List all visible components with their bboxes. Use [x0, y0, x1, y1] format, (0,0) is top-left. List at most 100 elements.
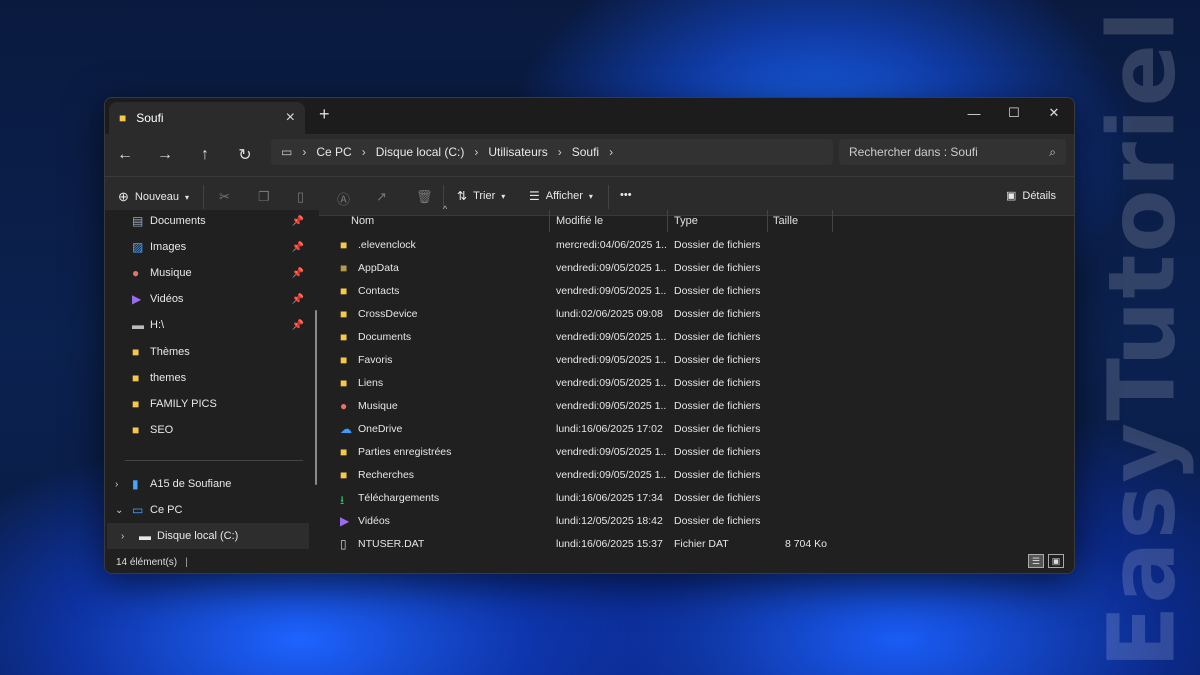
chevron-right-icon[interactable]: › [609, 145, 613, 159]
new-tab-button[interactable]: + [319, 104, 330, 125]
table-row[interactable]: ■ Recherches vendredi:09/05/2025 1... Dossi… [327, 464, 927, 487]
file-modified: lundi:02/06/2025 09:08 [556, 308, 663, 320]
title-bar: ■ Soufi × + — ☐ ✕ [105, 98, 1074, 134]
table-row[interactable]: ■ Contacts vendredi:09/05/2025 1... Dossier… [327, 280, 927, 303]
close-tab-icon[interactable]: × [286, 109, 295, 127]
search-input[interactable]: Rechercher dans : Soufi ⌕ [839, 139, 1066, 165]
tiles-view-icon[interactable]: ▣ [1048, 554, 1064, 568]
details-button[interactable]: ▣ Détails [1006, 189, 1056, 203]
sort-button[interactable]: ⇅ Trier ▾ [457, 189, 505, 203]
copy-icon[interactable]: ❐ [258, 189, 270, 205]
delete-icon[interactable]: 🗑 [416, 189, 433, 205]
file-name: CrossDevice [358, 308, 418, 320]
file-type: Dossier de fichiers [674, 308, 761, 320]
column-header-type[interactable]: Type [674, 210, 698, 232]
divider [203, 185, 204, 209]
column-header-modified[interactable]: Modifié le [556, 210, 603, 232]
more-options-button[interactable]: ••• [620, 189, 632, 201]
tab-soufi[interactable]: ■ Soufi × [109, 102, 305, 134]
column-divider[interactable] [549, 210, 550, 232]
chevron-right-icon[interactable]: › [121, 531, 124, 542]
back-button[interactable]: ← [105, 146, 145, 164]
table-row[interactable]: ■ Parties enregistrées vendredi:09/05/2025… [327, 441, 927, 464]
sidebar-item-videos[interactable]: ▶ Vidéos 📌 [105, 286, 310, 312]
sidebar-item-themes-fr[interactable]: ■ Thèmes [105, 339, 310, 365]
table-row[interactable]: ■ CrossDevice lundi:02/06/2025 09:08 Dossie… [327, 303, 927, 326]
minimize-button[interactable]: — [954, 104, 994, 122]
new-button[interactable]: ⊕ Nouveau ▾ [118, 189, 189, 205]
table-row[interactable]: ■ .elevenclock mercredi:04/06/2025 1... Dos… [327, 234, 927, 257]
pin-icon[interactable]: 📌 [292, 268, 304, 279]
sidebar-item-images[interactable]: ▨ Images 📌 [105, 234, 310, 260]
breadcrumb-soufi[interactable]: Soufi [572, 145, 599, 159]
sidebar-item-h-drive[interactable]: ▬ H:\ 📌 [105, 312, 310, 338]
file-icon: ▯ [340, 537, 347, 551]
sidebar-item-seo[interactable]: ■ SEO [105, 417, 310, 443]
column-divider[interactable] [832, 210, 833, 232]
pin-icon[interactable]: 📌 [292, 242, 304, 253]
file-modified: lundi:16/06/2025 17:02 [556, 423, 663, 435]
up-button[interactable]: ↑ [185, 146, 225, 164]
chevron-right-icon[interactable]: › [115, 479, 118, 490]
details-label: Détails [1022, 189, 1056, 202]
column-header-size[interactable]: Taille [773, 210, 798, 232]
table-row[interactable]: ■ Favoris vendredi:09/05/2025 1... Dossier … [327, 349, 927, 372]
search-placeholder: Rechercher dans : Soufi [849, 145, 978, 159]
chevron-right-icon: › [474, 145, 479, 159]
rename-icon[interactable]: Ⓐ [337, 189, 350, 208]
file-name: Liens [358, 377, 384, 389]
sidebar-item-label: H:\ [150, 319, 165, 331]
maximize-button[interactable]: ☐ [994, 104, 1034, 122]
breadcrumb-utilisateurs[interactable]: Utilisateurs [488, 145, 547, 159]
details-view-icon[interactable]: ☰ [1028, 554, 1044, 568]
sidebar-item-themes[interactable]: ■ themes [105, 365, 310, 391]
sidebar-divider [125, 460, 303, 461]
music-icon: ● [340, 399, 348, 413]
pin-icon[interactable]: 📌 [292, 216, 304, 227]
sidebar-item-musique[interactable]: ● Musique 📌 [105, 260, 310, 286]
file-type: Dossier de fichiers [674, 400, 761, 412]
table-row[interactable]: ▶ Vidéos lundi:12/05/2025 18:42 Dossier de … [327, 510, 927, 533]
sidebar-item-family-pics[interactable]: ■ FAMILY PICS [105, 391, 310, 417]
paste-icon[interactable]: ▯ [297, 189, 304, 205]
sidebar-item-label: Vidéos [150, 293, 184, 305]
pin-icon[interactable]: 📌 [292, 294, 304, 305]
file-type: Dossier de fichiers [674, 377, 761, 389]
table-row[interactable]: ■ AppData vendredi:09/05/2025 1... Dossier … [327, 257, 927, 280]
view-button[interactable]: ☰ Afficher ▾ [529, 189, 593, 203]
close-window-button[interactable]: ✕ [1034, 104, 1074, 122]
breadcrumb-ce-pc[interactable]: Ce PC [316, 145, 351, 159]
breadcrumb-disque-local[interactable]: Disque local (C:) [376, 145, 465, 159]
folder-icon: ■ [132, 371, 140, 385]
table-row[interactable]: ■ Liens vendredi:09/05/2025 1... Dossier de… [327, 372, 927, 395]
share-icon[interactable]: ↗ [376, 189, 387, 205]
status-bar: 14 élément(s) | ☰ ▣ [105, 551, 1074, 573]
sidebar-item-ce-pc[interactable]: ⌄ ▭ Ce PC [105, 497, 310, 523]
chevron-down-icon[interactable]: ⌄ [115, 505, 123, 516]
column-divider[interactable] [767, 210, 768, 232]
column-divider[interactable] [667, 210, 668, 232]
file-type: Dossier de fichiers [674, 446, 761, 458]
file-name: Téléchargements [358, 492, 440, 504]
sidebar-item-label: Thèmes [150, 346, 190, 358]
forward-button[interactable]: → [145, 146, 185, 164]
chevron-down-icon: ▾ [588, 191, 593, 201]
sidebar-item-documents[interactable]: ▤ Documents 📌 [105, 208, 310, 234]
sidebar-item-label: A15 de Soufiane [150, 478, 232, 490]
column-header-name[interactable]: Nom [351, 210, 374, 232]
cut-icon[interactable]: ✂ [219, 189, 230, 205]
address-bar[interactable]: ▭ › Ce PC › Disque local (C:) › Utilisat… [271, 139, 833, 165]
pin-icon[interactable]: 📌 [292, 320, 304, 331]
table-row[interactable]: ● Musique vendredi:09/05/2025 1... Dossier … [327, 395, 927, 418]
table-row[interactable]: ⭳ Téléchargements lundi:16/06/2025 17:34 Do… [327, 487, 927, 510]
table-row[interactable]: ☁ OneDrive lundi:16/06/2025 17:02 Dossier d… [327, 418, 927, 441]
file-name: OneDrive [358, 423, 403, 435]
table-row[interactable]: ■ Documents vendredi:09/05/2025 1... Dossie… [327, 326, 927, 349]
sidebar-item-a15[interactable]: › ▮ A15 de Soufiane [105, 471, 310, 497]
item-count: 14 élément(s) [116, 556, 178, 568]
sidebar-scrollbar[interactable] [315, 310, 317, 485]
sidebar-item-disque-local[interactable]: › ▬ Disque local (C:) [107, 523, 309, 549]
refresh-button[interactable]: ↻ [225, 145, 265, 165]
navigation-pane: ▤ Documents 📌 ▨ Images 📌 ● Musique 📌 ▶ V… [105, 210, 319, 553]
search-icon: ⌕ [1049, 144, 1056, 159]
